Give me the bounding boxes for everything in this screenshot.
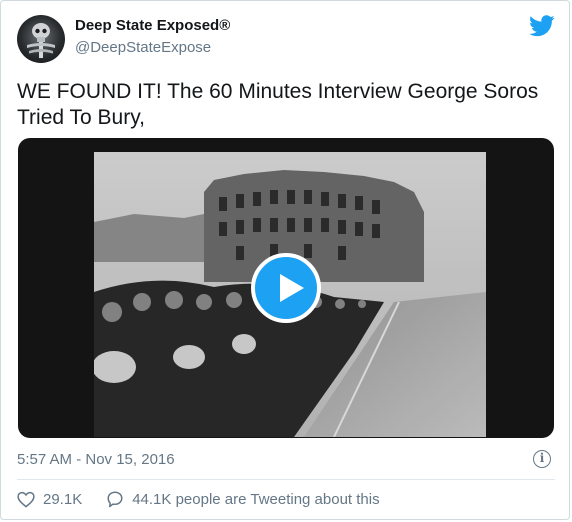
tweet-timestamp[interactable]: 5:57 AM - Nov 15, 2016 [17, 451, 175, 468]
info-icon[interactable]: i [533, 450, 551, 468]
divider [17, 479, 555, 480]
video-player[interactable] [18, 138, 554, 438]
tweet-actions: 29.1K 44.1K people are Tweeting about th… [17, 490, 404, 508]
like-button[interactable]: 29.1K [17, 491, 82, 508]
heart-icon [17, 491, 35, 508]
reply-bubble-icon [107, 491, 123, 508]
author-handle[interactable]: @DeepStateExpose [75, 39, 211, 56]
avatar[interactable] [17, 15, 65, 63]
conversation-link[interactable]: 44.1K people are Tweeting about this [106, 490, 380, 508]
like-count: 29.1K [43, 490, 83, 508]
play-icon[interactable] [251, 253, 321, 323]
tweeting-count: 44.1K people are Tweeting about this [132, 490, 380, 508]
skull-xray-icon [27, 23, 55, 58]
tweet-text: WE FOUND IT! The 60 Minutes Interview Ge… [17, 80, 539, 129]
author-name[interactable]: Deep State Exposed® [75, 17, 230, 34]
tweet-card[interactable]: Deep State Exposed® @DeepStateExpose WE … [0, 0, 570, 520]
twitter-bird-icon[interactable] [529, 15, 555, 37]
